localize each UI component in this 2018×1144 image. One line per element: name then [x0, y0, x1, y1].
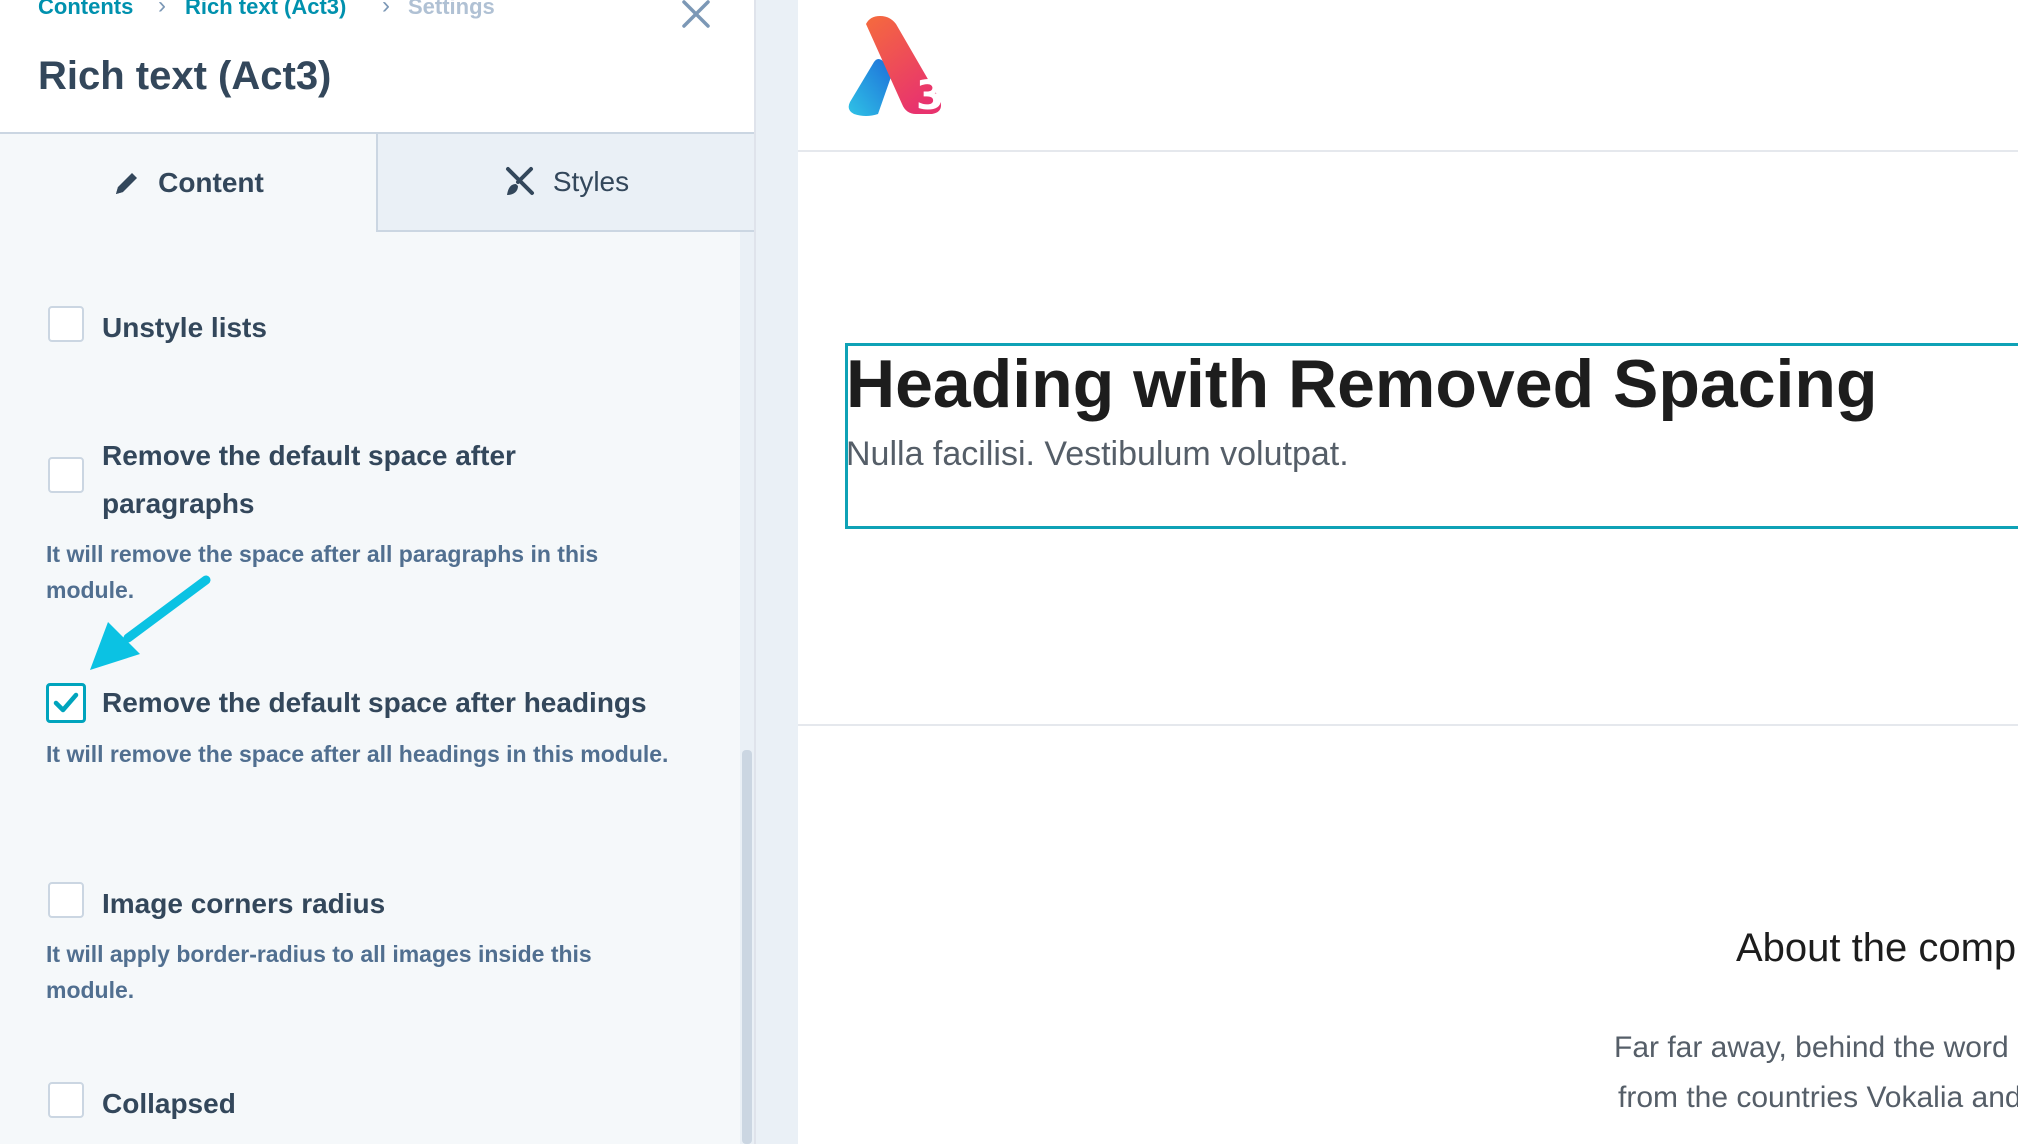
remove-heading-space-label[interactable]: Remove the default space after headings — [102, 679, 647, 727]
remove-paragraph-space-label[interactable]: Remove the default space after paragraph… — [102, 432, 572, 528]
settings-tabs: Content Styles — [0, 134, 754, 232]
page-preview: 3 Heading with Removed Spacing Nulla fac… — [798, 0, 2018, 1144]
module-settings-panel: Contents › Rich text (Act3) › Settings R… — [0, 0, 754, 1144]
unstyle-lists-label[interactable]: Unstyle lists — [102, 304, 267, 352]
annotation-arrow-icon — [90, 575, 211, 670]
svg-text:3: 3 — [916, 73, 944, 118]
site-header: 3 — [798, 0, 2018, 152]
panel-resize-divider[interactable] — [754, 0, 798, 1144]
tab-styles[interactable]: Styles — [376, 134, 754, 232]
breadcrumb-rich-text[interactable]: Rich text (Act3) — [185, 0, 346, 20]
checkmark-icon — [53, 692, 79, 713]
tab-content-label: Content — [158, 167, 264, 198]
remove-heading-space-checkbox[interactable] — [46, 683, 86, 723]
remove-paragraph-space-checkbox[interactable] — [48, 457, 84, 493]
close-icon[interactable] — [676, 0, 716, 36]
rich-text-paragraph: Nulla facilisi. Vestibulum volutpat. — [846, 435, 1349, 473]
collapsed-label[interactable]: Collapsed — [102, 1080, 236, 1128]
unstyle-lists-checkbox[interactable] — [48, 306, 84, 342]
breadcrumb-separator: › — [382, 0, 390, 19]
breadcrumb-settings: Settings — [408, 0, 495, 19]
pencil-icon — [116, 173, 138, 194]
about-heading: About the comp — [1736, 926, 2017, 970]
tab-content[interactable]: Content — [0, 134, 376, 232]
panel-scrollbar[interactable] — [742, 750, 752, 1144]
panel-header: Contents › Rich text (Act3) › Settings R… — [0, 0, 754, 134]
about-text-line: Far far away, behind the word — [1614, 1031, 2009, 1064]
remove-heading-space-help: It will remove the space after all headi… — [46, 741, 669, 767]
image-corners-radius-help: It will apply border-radius to all image… — [46, 941, 592, 1003]
breadcrumb-separator: › — [158, 0, 166, 19]
breadcrumb-contents[interactable]: Contents — [38, 0, 133, 20]
tab-styles-label: Styles — [552, 166, 630, 197]
act3-logo-icon: 3 — [848, 16, 944, 118]
rich-text-heading: Heading with Removed Spacing — [846, 346, 1878, 422]
image-corners-radius-label[interactable]: Image corners radius — [102, 880, 385, 928]
about-text-line: from the countries Vokalia and — [1618, 1081, 2018, 1114]
brush-icon — [505, 167, 534, 195]
image-corners-radius-checkbox[interactable] — [48, 882, 84, 918]
panel-title: Rich text (Act3) — [38, 54, 332, 98]
section-divider — [798, 724, 2018, 726]
collapsed-checkbox[interactable] — [48, 1082, 84, 1118]
